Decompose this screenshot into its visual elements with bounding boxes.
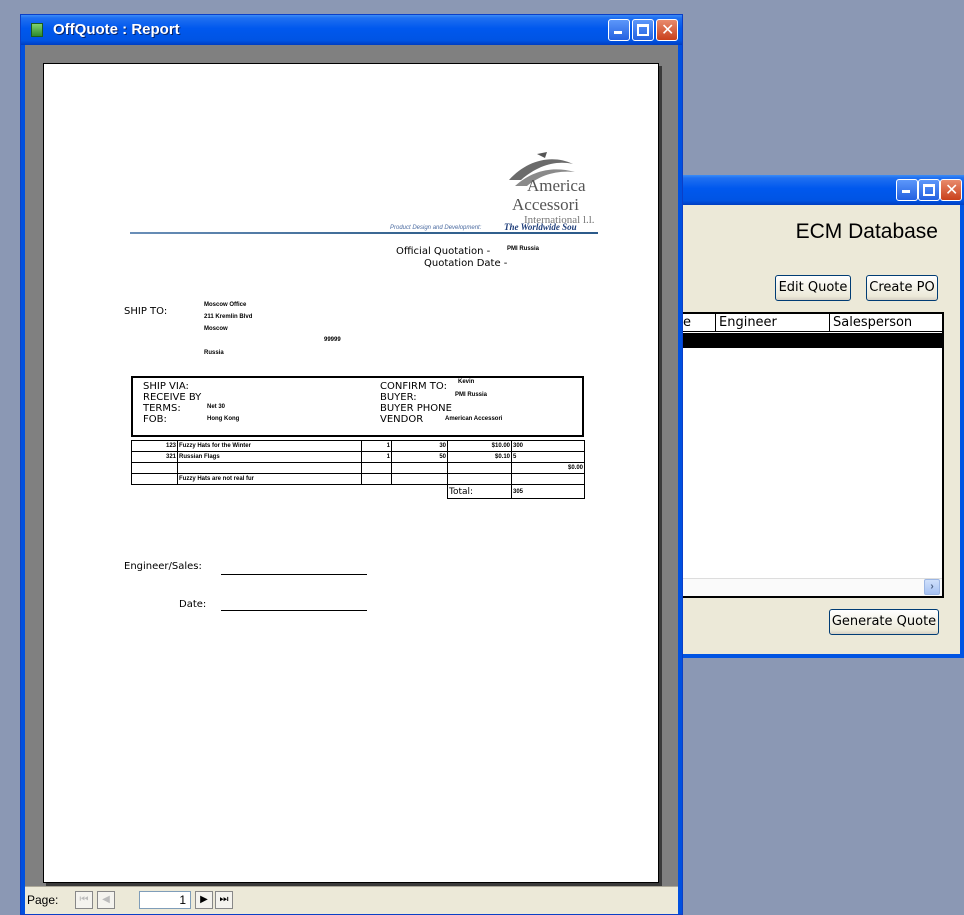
item-price: $10.00 — [447, 440, 512, 452]
report-window: OffQuote : Report ✕ America Accessori In… — [20, 14, 683, 915]
ship-to-line: Moscow — [204, 326, 228, 332]
official-quotation-label: Official Quotation - — [396, 246, 491, 257]
previous-page-icon[interactable]: ◀ — [97, 891, 115, 909]
quotation-date-label: Quotation Date - — [424, 258, 508, 269]
item-number: 321 — [131, 451, 178, 463]
close-icon: ✕ — [945, 180, 959, 199]
table-row: Fuzzy Hats are not real fur — [131, 473, 585, 485]
vendor-label: VENDOR — [380, 414, 424, 425]
column-header-salesperson[interactable]: Salesperson — [833, 315, 912, 330]
logo-tagline-left: Product Design and Development: — [390, 225, 482, 231]
ecm-database-window: ✕ ECM Database Edit Quote Create PO e En… — [681, 175, 964, 658]
ship-to-line: Moscow Office — [204, 302, 247, 308]
first-page-icon[interactable]: ⏮ — [75, 891, 93, 909]
last-page-icon[interactable]: ⏭ — [215, 891, 233, 909]
total-value: 305 — [511, 484, 585, 499]
grid-header: e Engineer Salesperson — [681, 314, 942, 332]
table-row: Total: 305 — [132, 484, 585, 499]
page-number-input[interactable]: 1 — [139, 891, 191, 909]
fob-label: FOB: — [143, 414, 167, 425]
table-row: 123 Fuzzy Hats for the Winter 1 30 $10.0… — [131, 440, 585, 452]
item-qty: 1 — [361, 440, 392, 452]
receive-by-label: RECEIVE BY — [143, 392, 202, 403]
engineer-sales-label: Engineer/Sales: — [124, 561, 202, 572]
buyer-phone-label: BUYER PHONE — [380, 403, 452, 414]
report-app-icon — [31, 23, 43, 37]
confirm-to-value: Kevin — [458, 379, 475, 385]
date-label: Date: — [179, 599, 207, 610]
minimize-button[interactable] — [896, 179, 918, 201]
signature-line — [221, 574, 367, 575]
logo-tagline-right: The Worldwide Sou — [504, 222, 577, 232]
ship-to-label: SHIP TO: — [124, 306, 168, 317]
official-quotation-value: PMI Russia — [507, 246, 540, 252]
ship-to-country: Russia — [204, 350, 224, 356]
page-label: Page: — [27, 893, 59, 907]
date-line — [221, 610, 367, 611]
ecm-titlebar[interactable]: ✕ — [681, 175, 964, 205]
minimize-button[interactable] — [608, 19, 630, 41]
terms-label: TERMS: — [143, 403, 181, 414]
window-title: OffQuote : Report — [53, 21, 180, 38]
navigation-bar: Page: ⏮ ◀ 1 ▶ ⏭ — [25, 886, 678, 914]
generate-quote-button[interactable]: Generate Quote — [829, 609, 939, 635]
line-items-table: 123 Fuzzy Hats for the Winter 1 30 $10.0… — [131, 440, 585, 499]
column-separator[interactable] — [715, 314, 716, 332]
note-text: Fuzzy Hats are not real fur — [177, 473, 362, 485]
item-description: Fuzzy Hats for the Winter — [177, 440, 362, 452]
ecm-body: ECM Database Edit Quote Create PO e Engi… — [681, 205, 964, 658]
close-button[interactable]: ✕ — [656, 19, 678, 41]
maximize-button[interactable] — [918, 179, 940, 201]
ship-to-zip: 99999 — [324, 337, 341, 343]
close-button[interactable]: ✕ — [940, 179, 962, 201]
horizontal-scrollbar[interactable]: › — [681, 578, 942, 596]
vendor-value: American Accessori — [445, 416, 503, 422]
minimize-icon — [902, 190, 910, 193]
report-titlebar[interactable]: OffQuote : Report ✕ — [21, 15, 682, 45]
close-icon: ✕ — [661, 20, 675, 39]
buyer-value: PMI Russia — [455, 392, 488, 398]
item-extended: 5 — [511, 451, 585, 463]
item-qty: 1 — [361, 451, 392, 463]
edit-quote-button[interactable]: Edit Quote — [775, 275, 851, 301]
maximize-button[interactable] — [632, 19, 654, 41]
maximize-icon — [923, 184, 935, 196]
item-price: $0.10 — [447, 451, 512, 463]
column-header[interactable]: e — [683, 315, 691, 330]
selected-row[interactable] — [681, 333, 942, 348]
logo-line-2: Accessori — [512, 195, 580, 214]
minimize-icon — [614, 31, 622, 34]
window-frame — [678, 45, 682, 914]
logo-line-1: America — [527, 176, 586, 195]
fob-value: Hong Kong — [207, 416, 240, 422]
ship-to-line: 211 Kremlin Blvd — [204, 314, 253, 320]
report-preview-area[interactable]: America Accessori International l.l. Pro… — [25, 45, 678, 886]
report-page: America Accessori International l.l. Pro… — [43, 63, 659, 883]
buyer-label: BUYER: — [380, 392, 417, 403]
terms-value: Net 30 — [207, 404, 226, 410]
create-po-button[interactable]: Create PO — [866, 275, 938, 301]
item-description: Russian Flags — [177, 451, 362, 463]
total-label: Total: — [447, 484, 512, 499]
header-rule — [130, 232, 598, 234]
scroll-right-icon[interactable]: › — [924, 579, 940, 595]
shipping-info-box: SHIP VIA: RECEIVE BY TERMS: Net 30 FOB: … — [131, 376, 584, 437]
column-header-engineer[interactable]: Engineer — [719, 315, 777, 330]
blank-amount: $0.00 — [511, 462, 585, 474]
table-row: 321 Russian Flags 1 50 $0.10 5 — [131, 451, 585, 463]
item-quantity: 50 — [391, 451, 448, 463]
quotes-grid[interactable]: e Engineer Salesperson › — [681, 312, 944, 598]
item-number: 123 — [131, 440, 178, 452]
maximize-icon — [637, 24, 649, 36]
item-quantity: 30 — [391, 440, 448, 452]
item-extended: 300 — [511, 440, 585, 452]
confirm-to-label: CONFIRM TO: — [380, 381, 447, 392]
next-page-icon[interactable]: ▶ — [195, 891, 213, 909]
table-row: $0.00 — [131, 462, 585, 474]
column-separator[interactable] — [829, 314, 830, 332]
ship-via-label: SHIP VIA: — [143, 381, 189, 392]
ecm-title: ECM Database — [795, 220, 938, 243]
